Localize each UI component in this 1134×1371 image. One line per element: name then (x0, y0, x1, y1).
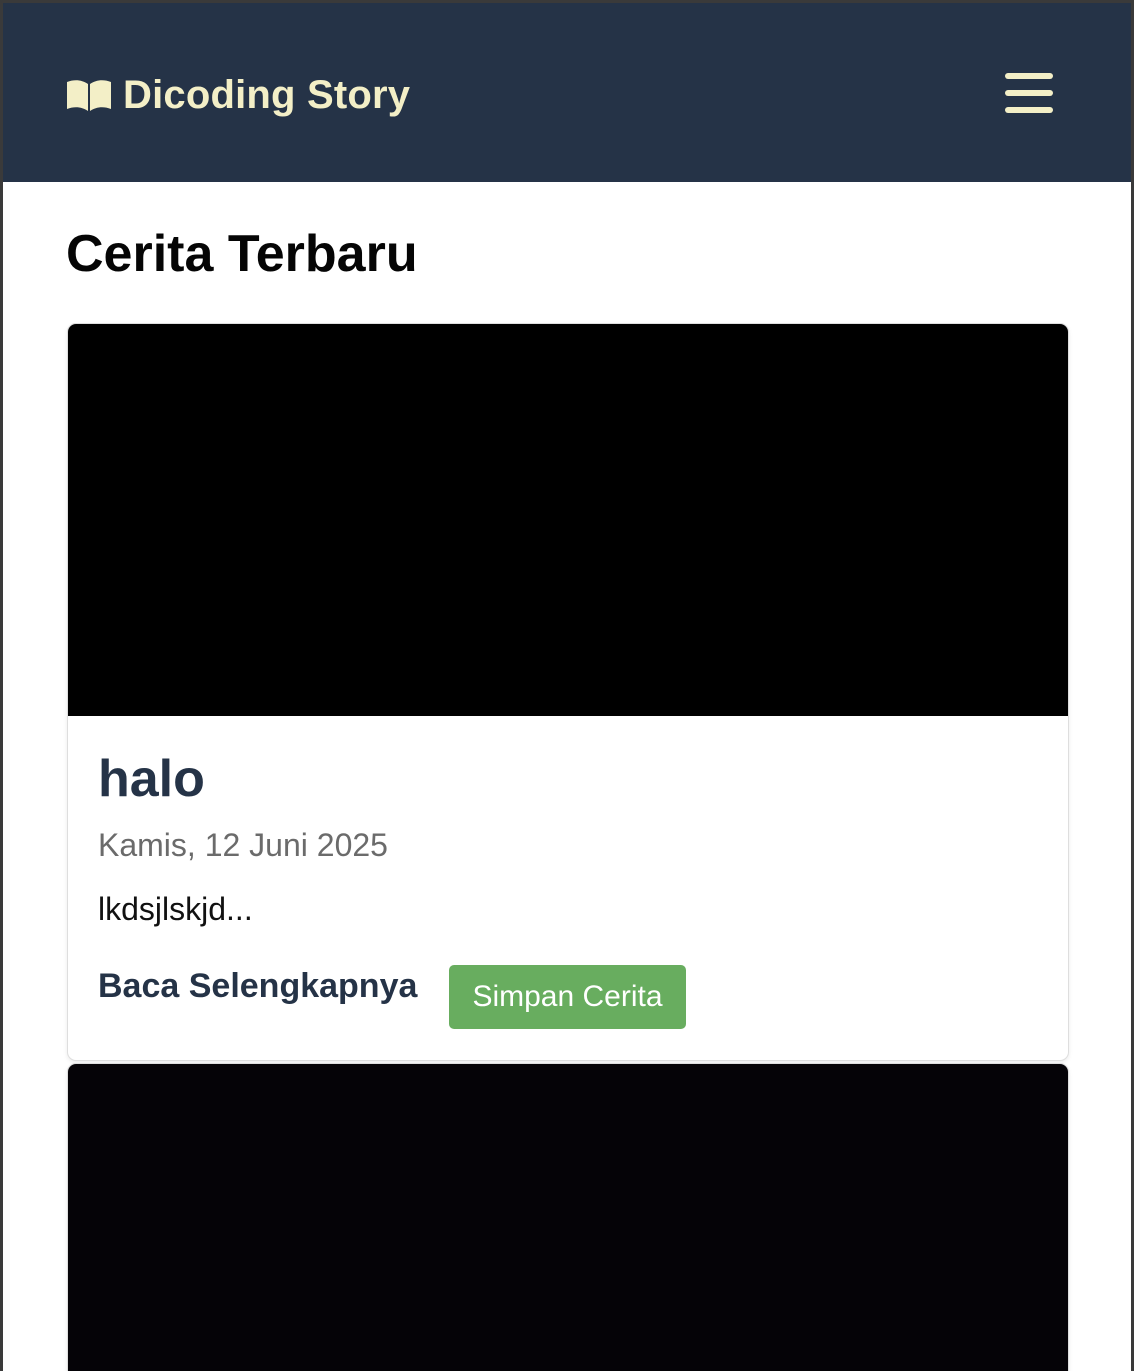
brand-title: Dicoding Story (123, 73, 411, 117)
story-card: halo Kamis, 12 Juni 2025 lkdsjlskjd... B… (67, 323, 1069, 1061)
story-description: lkdsjlskjd... (98, 891, 253, 927)
menu-line-middle (1005, 90, 1053, 96)
save-story-button[interactable]: Simpan Cerita (449, 965, 686, 1029)
site-brand[interactable]: Dicoding Story (65, 71, 410, 119)
page-title: Cerita Terbaru (66, 225, 418, 283)
open-book-icon (67, 80, 111, 111)
top-navbar: Dicoding Story (3, 3, 1131, 182)
story-card (67, 1063, 1069, 1371)
story-date: Kamis, 12 Juni 2025 (98, 827, 388, 863)
read-more-link[interactable]: Baca Selengkapnya (98, 966, 417, 1006)
menu-line-top (1005, 73, 1053, 79)
hamburger-menu-icon[interactable] (1003, 69, 1057, 117)
story-photo (68, 324, 1068, 716)
story-title: halo (98, 750, 205, 808)
story-photo (68, 1064, 1068, 1371)
browser-viewport: Dicoding Story Cerita Terbaru halo Kamis… (3, 3, 1131, 1371)
menu-line-bottom (1005, 107, 1053, 113)
